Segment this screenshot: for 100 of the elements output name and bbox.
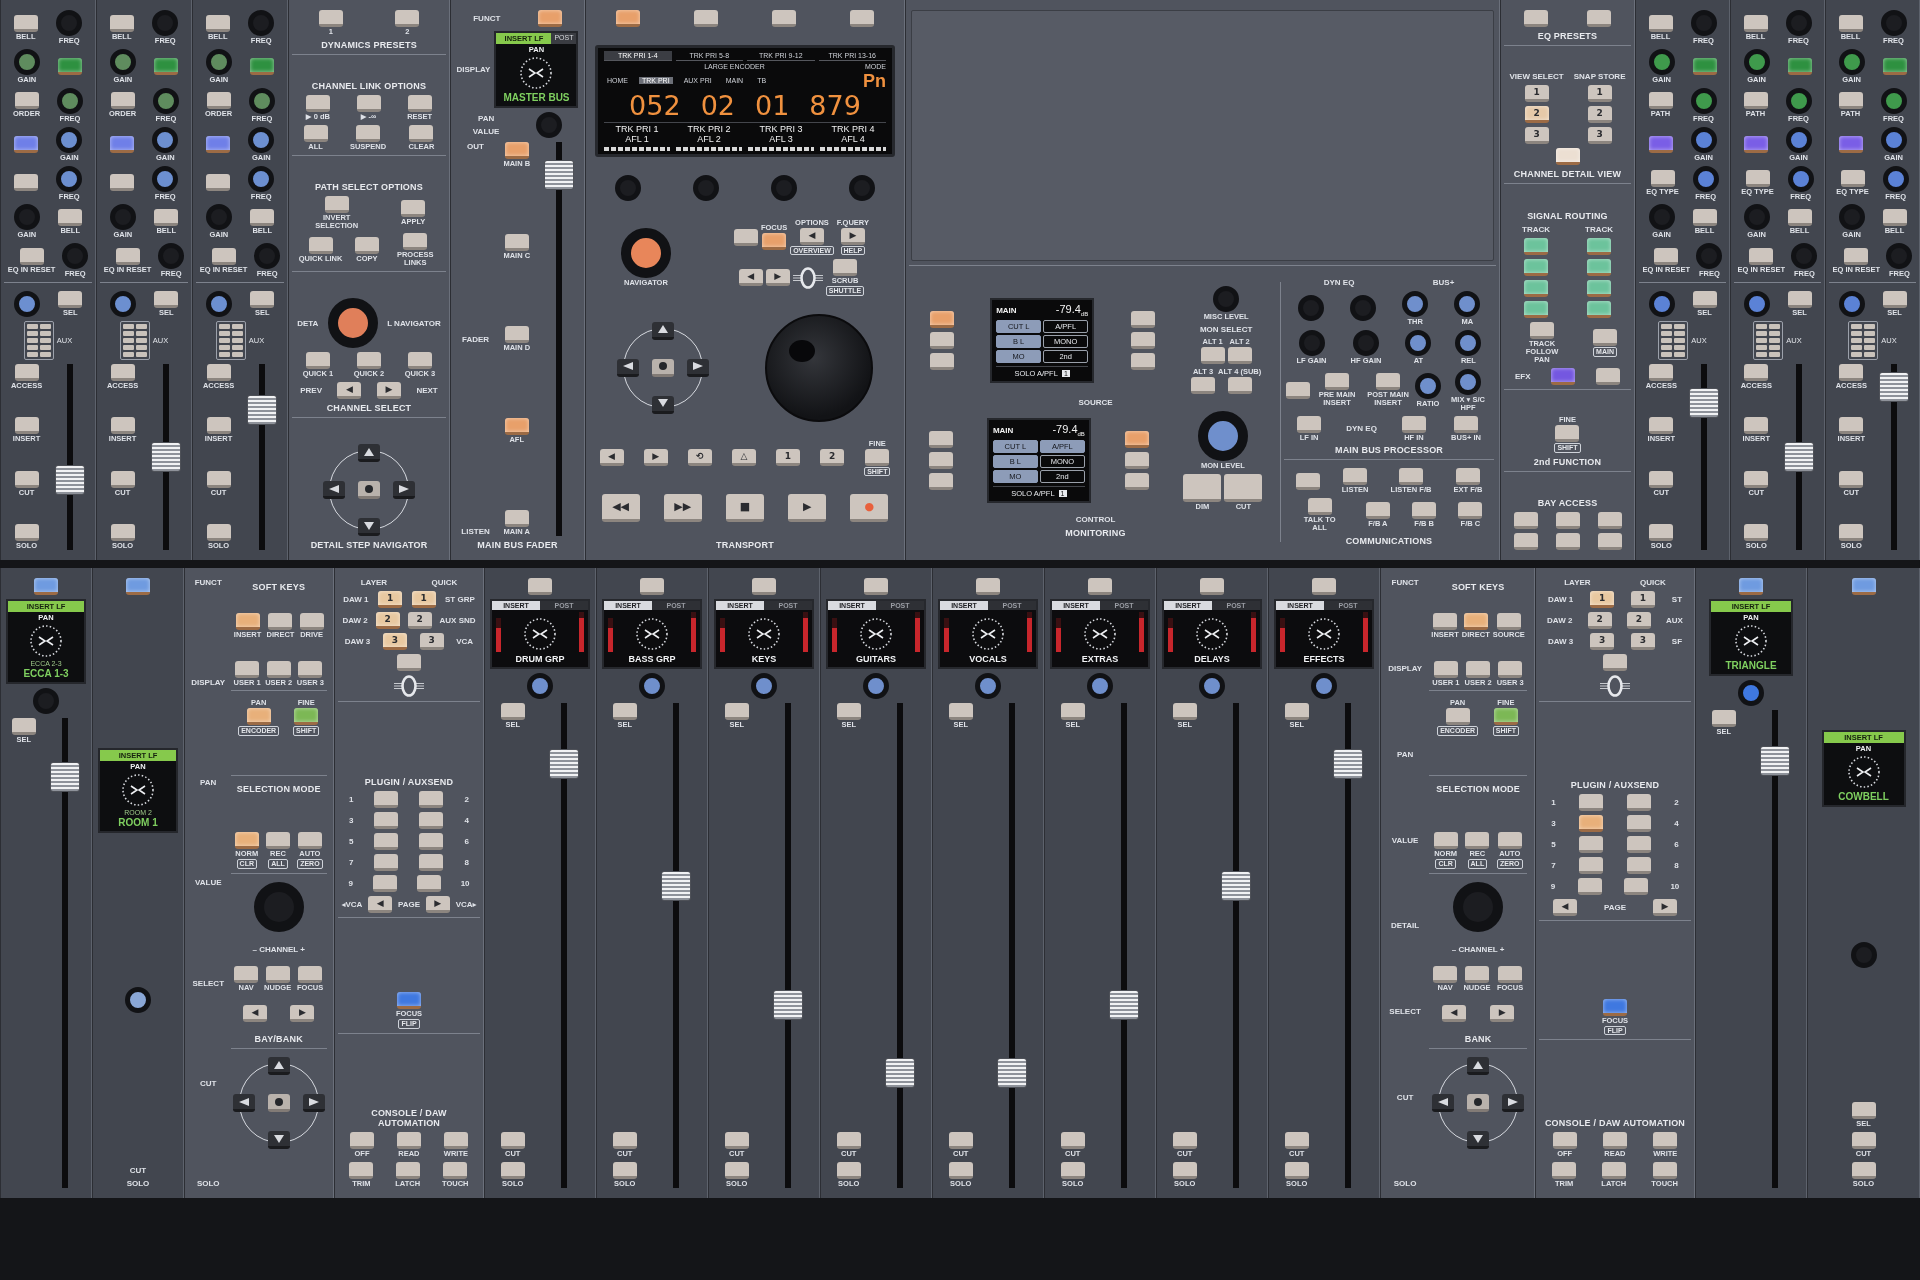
left-button[interactable] <box>617 358 640 377</box>
key-button[interactable]: ▶ <box>290 1004 315 1022</box>
key-button[interactable] <box>504 326 529 344</box>
key-button[interactable] <box>1513 533 1538 550</box>
fader-cap[interactable] <box>55 465 86 496</box>
key-button[interactable] <box>1183 473 1222 502</box>
key-button[interactable]: 3 <box>1524 127 1549 145</box>
key-button[interactable] <box>537 10 562 27</box>
key-button[interactable] <box>1603 998 1627 1016</box>
down-button[interactable] <box>267 1131 290 1150</box>
key-button[interactable] <box>265 966 290 984</box>
key-button[interactable] <box>1787 291 1812 309</box>
aux-key[interactable] <box>39 345 51 351</box>
key-button[interactable] <box>1172 703 1197 720</box>
key-button[interactable]: 2 <box>1587 612 1612 629</box>
key-button[interactable] <box>1524 237 1548 255</box>
aux-key[interactable] <box>231 324 243 330</box>
key-button[interactable] <box>206 417 231 435</box>
key-button[interactable] <box>266 832 290 850</box>
key-button[interactable] <box>1284 1132 1309 1150</box>
key-button[interactable] <box>616 10 641 27</box>
key-button[interactable] <box>1284 1162 1309 1180</box>
rotary-knob[interactable] <box>1087 673 1113 699</box>
key-button[interactable] <box>504 510 529 528</box>
key-button[interactable] <box>948 1132 973 1150</box>
fader-cap[interactable] <box>1221 871 1252 902</box>
key-button[interactable]: 2 <box>375 612 400 629</box>
fader-cap[interactable] <box>151 442 182 473</box>
aux-key[interactable] <box>1674 338 1686 344</box>
key-button[interactable] <box>266 660 291 678</box>
key-button[interactable] <box>1464 966 1489 984</box>
key-button[interactable] <box>1626 856 1651 874</box>
rotary-knob[interactable] <box>152 126 179 153</box>
aux-key[interactable] <box>1864 331 1876 337</box>
key-button[interactable] <box>1596 367 1621 385</box>
down-button[interactable] <box>1467 1131 1490 1150</box>
aux-key[interactable] <box>1851 331 1863 337</box>
key-button[interactable] <box>948 1162 973 1180</box>
fader-cap[interactable] <box>997 1057 1028 1088</box>
key-button[interactable] <box>1579 814 1604 832</box>
rotary-knob[interactable] <box>1880 126 1907 153</box>
key-button[interactable] <box>1466 660 1491 678</box>
down-button[interactable] <box>358 518 380 536</box>
key-button[interactable] <box>1579 856 1604 874</box>
aux-key[interactable] <box>26 345 38 351</box>
key-button[interactable] <box>500 703 525 720</box>
key-button[interactable] <box>1743 135 1768 153</box>
key-button[interactable] <box>354 237 379 255</box>
key-button[interactable] <box>929 331 954 349</box>
key-button[interactable] <box>1587 258 1611 276</box>
rotary-knob[interactable] <box>1785 87 1812 114</box>
key-button[interactable] <box>109 135 134 153</box>
key-button[interactable] <box>1365 502 1390 520</box>
key-button[interactable] <box>416 874 441 892</box>
key-button[interactable] <box>374 832 399 850</box>
key-button[interactable] <box>1587 237 1611 255</box>
key-button[interactable] <box>268 613 293 631</box>
key-button[interactable] <box>1654 247 1679 265</box>
key-button[interactable] <box>836 703 861 720</box>
aux-key[interactable] <box>218 331 230 337</box>
key-button[interactable] <box>504 142 529 159</box>
aux-key[interactable] <box>1864 338 1876 344</box>
key-button[interactable] <box>1555 533 1580 550</box>
key-button[interactable] <box>324 195 349 213</box>
key-button[interactable] <box>1649 417 1674 435</box>
left-button[interactable] <box>232 1094 255 1113</box>
key-button[interactable] <box>110 417 135 435</box>
key-button[interactable] <box>443 1162 468 1180</box>
key-button[interactable] <box>409 124 434 142</box>
aux-key[interactable] <box>1674 345 1686 351</box>
key-button[interactable] <box>1711 710 1736 727</box>
key-button[interactable] <box>1787 208 1812 226</box>
key-button[interactable] <box>1743 92 1768 110</box>
key-button[interactable] <box>1227 347 1252 365</box>
key-button[interactable] <box>1125 452 1150 470</box>
key-button[interactable] <box>832 259 857 277</box>
fader-cap[interactable] <box>543 160 574 191</box>
key-button[interactable] <box>928 452 953 470</box>
fader-cap[interactable] <box>661 871 692 902</box>
key-button[interactable]: ◀ <box>799 227 824 245</box>
aux-key[interactable] <box>135 324 147 330</box>
aux-key[interactable] <box>1661 352 1673 358</box>
key-button[interactable] <box>1882 208 1907 226</box>
key-button[interactable] <box>1839 524 1864 542</box>
key-button[interactable] <box>397 992 421 1010</box>
aux-key[interactable] <box>231 331 243 337</box>
up-button[interactable] <box>358 444 380 462</box>
key-button[interactable] <box>1626 814 1651 832</box>
key-button[interactable] <box>1376 373 1400 391</box>
key-button[interactable] <box>396 1132 421 1150</box>
aux-key[interactable] <box>231 345 243 351</box>
key-button[interactable]: 1 <box>1524 85 1549 103</box>
key-button[interactable] <box>1587 300 1611 318</box>
key-button[interactable] <box>1227 376 1252 394</box>
key-button[interactable] <box>14 417 39 435</box>
aux-key[interactable] <box>1769 352 1781 358</box>
aux-key[interactable] <box>1769 331 1781 337</box>
key-button[interactable]: 3 <box>1590 633 1615 650</box>
key-button[interactable] <box>504 234 529 252</box>
rotary-knob[interactable] <box>109 291 136 318</box>
